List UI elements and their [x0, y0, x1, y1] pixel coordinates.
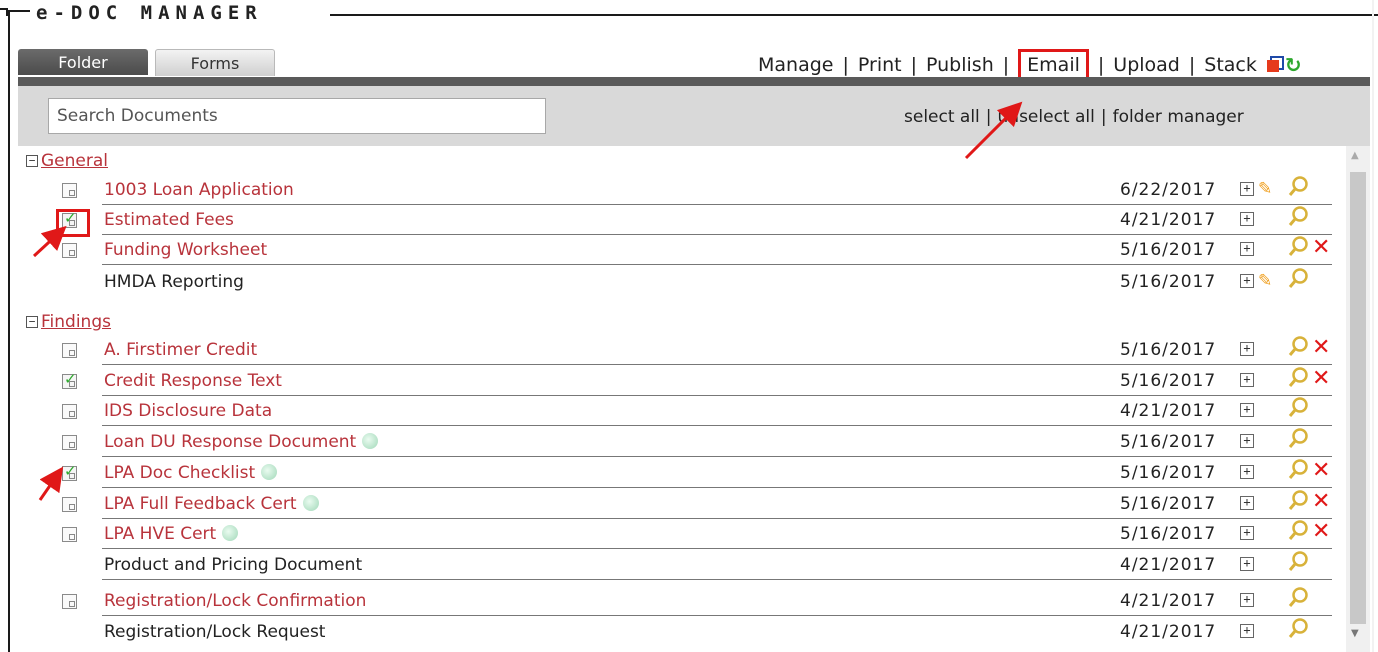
arrow-to-checkbox: [38, 466, 64, 501]
arrow-to-checkbox: [32, 225, 67, 258]
annotation-arrows: [32, 101, 1023, 501]
arrow-to-email: [964, 101, 1023, 160]
